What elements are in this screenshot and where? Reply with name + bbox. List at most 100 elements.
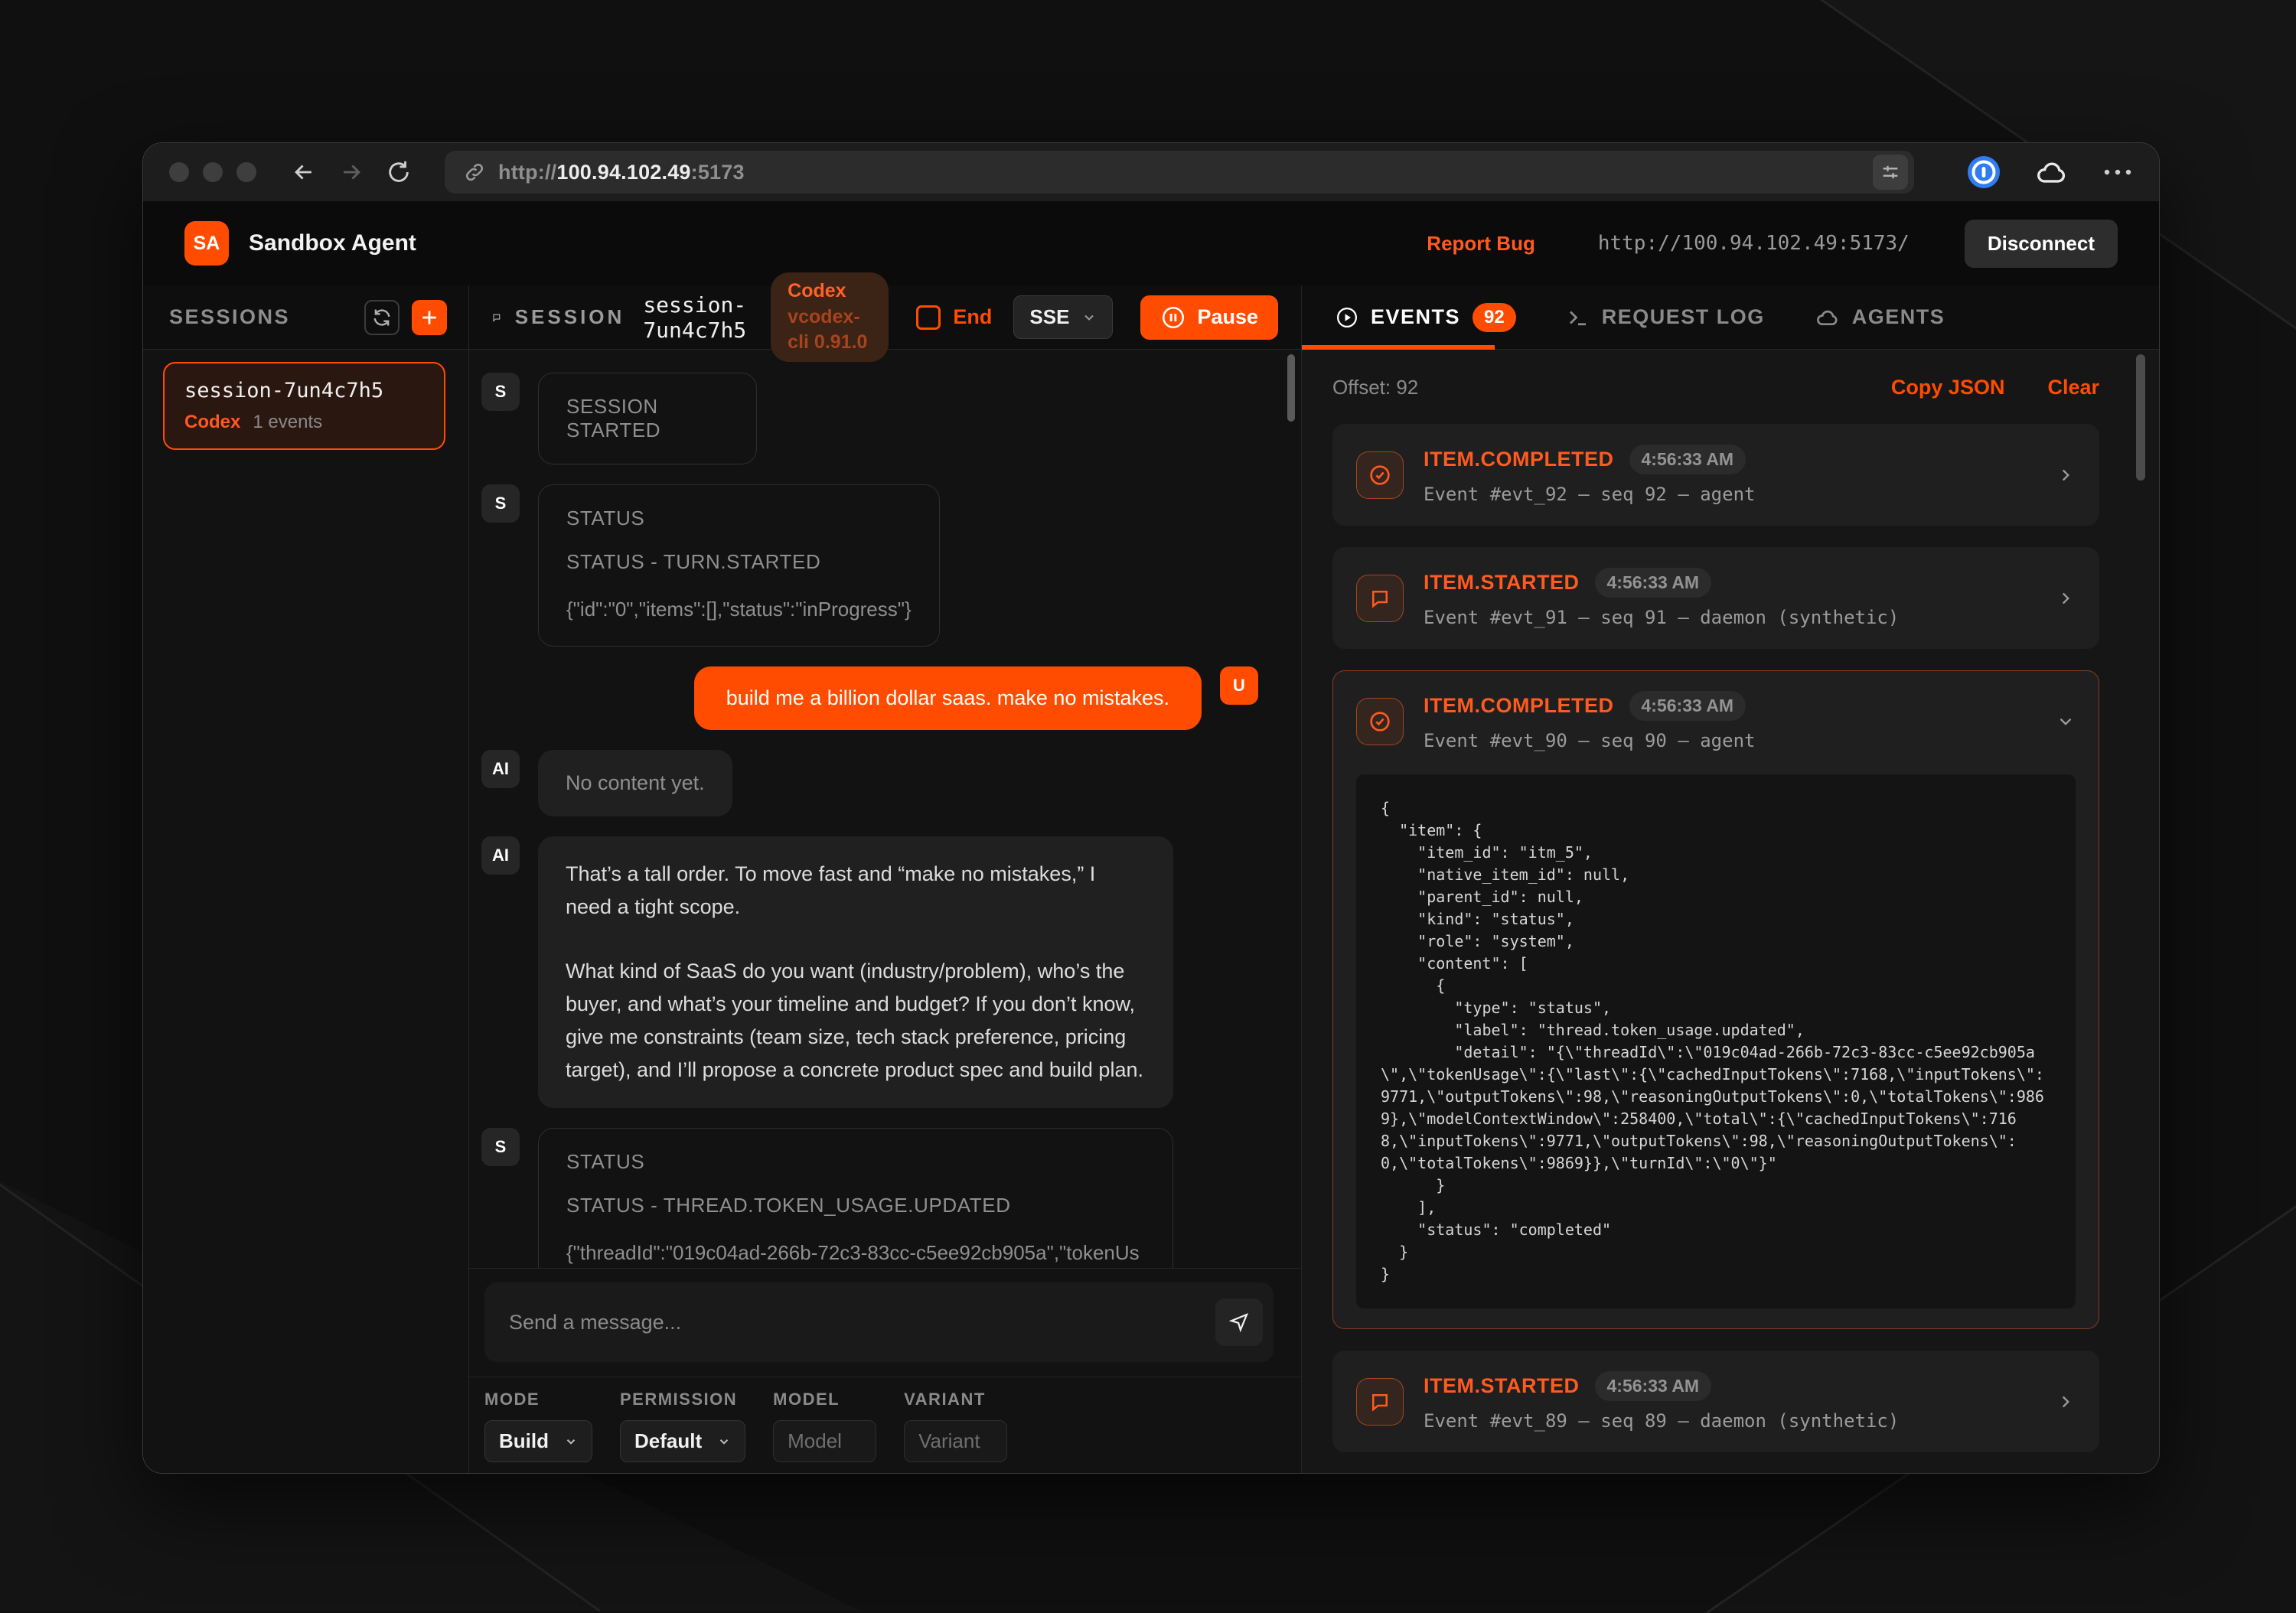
- reload-icon: [386, 159, 412, 185]
- cloud-icon[interactable]: [2035, 159, 2069, 185]
- event-json-payload: { "item": { "item_id": "itm_5", "native_…: [1356, 774, 2076, 1308]
- chat-message: S STATUS STATUS - THREAD.TOKEN_USAGE.UPD…: [481, 1128, 1258, 1268]
- model-input[interactable]: [773, 1420, 876, 1462]
- address-bar[interactable]: http://100.94.102.49:5173: [445, 151, 1914, 194]
- message-bubble: SESSION STARTED: [538, 373, 757, 464]
- chat-bubble-icon: [1368, 1390, 1391, 1413]
- tab-request-log[interactable]: REQUEST LOG: [1567, 285, 1765, 349]
- new-session-button[interactable]: [412, 300, 447, 335]
- chat-log: S SESSION STARTED S STATUS STATUS - TURN…: [469, 350, 1301, 1268]
- browser-chrome: http://100.94.102.49:5173: [143, 143, 2159, 201]
- refresh-sessions-button[interactable]: [364, 300, 400, 335]
- ai-paragraph: That’s a tall order. To move fast and “m…: [566, 858, 1146, 924]
- maximize-window-button[interactable]: [236, 162, 256, 182]
- app-logo: SA: [184, 221, 229, 266]
- report-bug-link[interactable]: Report Bug: [1427, 232, 1535, 256]
- check-circle-icon: [1368, 709, 1392, 734]
- chevron-down-icon: [2056, 712, 2076, 732]
- agent-badge-version: vcodex-cli 0.91.0: [788, 306, 867, 354]
- minimize-window-button[interactable]: [203, 162, 223, 182]
- session-list-item[interactable]: session-7un4c7h5 Codex1 events: [163, 362, 445, 450]
- event-meta: Event #evt_91 — seq 91 — daemon (synthet…: [1424, 607, 2036, 628]
- message-bubble: No content yet.: [538, 750, 732, 816]
- message-sublabel: STATUS - THREAD.TOKEN_USAGE.UPDATED: [566, 1194, 1145, 1217]
- chevron-right-icon: [2056, 465, 2076, 485]
- event-completed-icon: [1356, 451, 1404, 499]
- event-type: ITEM.STARTED: [1424, 1374, 1580, 1398]
- refresh-icon: [371, 307, 393, 328]
- chevron-right-icon: [2056, 1392, 2076, 1412]
- browser-window: http://100.94.102.49:5173 SA Sandbox Age…: [142, 142, 2160, 1474]
- mode-option: MODE Build: [484, 1390, 592, 1473]
- transport-value: SSE: [1029, 305, 1069, 329]
- events-scrollbar-thumb[interactable]: [2136, 354, 2145, 481]
- tab-request-log-label: REQUEST LOG: [1602, 305, 1765, 329]
- close-window-button[interactable]: [169, 162, 189, 182]
- system-avatar: S: [481, 373, 520, 411]
- transport-select[interactable]: SSE: [1013, 295, 1113, 339]
- expand-event-button[interactable]: [2056, 588, 2076, 608]
- sessions-header: SESSIONS: [143, 285, 468, 350]
- reload-button[interactable]: [382, 155, 416, 189]
- offset-indicator: Offset: 92: [1332, 376, 1848, 399]
- send-button[interactable]: [1215, 1299, 1263, 1346]
- chat-scrollbar-thumb[interactable]: [1287, 354, 1295, 422]
- session-main-panel: SESSION session-7un4c7h5 Codex vcodex-cl…: [469, 285, 1302, 1473]
- mode-label: MODE: [484, 1390, 592, 1409]
- expand-event-button[interactable]: [2056, 1392, 2076, 1412]
- onepassword-icon[interactable]: [1966, 155, 2001, 190]
- clear-events-button[interactable]: Clear: [2047, 376, 2099, 399]
- event-time: 4:56:33 AM: [1629, 445, 1746, 474]
- message-input[interactable]: [509, 1311, 1215, 1334]
- pause-icon: [1160, 305, 1186, 331]
- app-header: SA Sandbox Agent Report Bug http://100.9…: [143, 201, 2159, 285]
- variant-input[interactable]: [904, 1420, 1007, 1462]
- event-card[interactable]: ITEM.STARTED 4:56:33 AM Event #evt_89 — …: [1332, 1351, 2099, 1452]
- event-card[interactable]: ITEM.STARTED 4:56:33 AM Event #evt_91 — …: [1332, 547, 2099, 649]
- message-label: STATUS: [566, 507, 912, 530]
- tab-events[interactable]: EVENTS 92: [1336, 285, 1516, 349]
- message-json: {"threadId":"019c04ad-266b-72c3-83cc-c5e…: [566, 1237, 1148, 1268]
- more-options-icon[interactable]: [2102, 168, 2133, 177]
- chrome-toolbar-icons: [1958, 155, 2133, 190]
- chevron-right-icon: [2056, 588, 2076, 608]
- end-checkbox[interactable]: [916, 305, 941, 330]
- pause-button[interactable]: Pause: [1140, 295, 1278, 340]
- permission-option: PERMISSION Default: [620, 1390, 745, 1473]
- traffic-lights: [169, 162, 256, 182]
- chevron-down-icon: [564, 1435, 578, 1448]
- event-card[interactable]: ITEM.COMPLETED 4:56:33 AM Event #evt_92 …: [1332, 424, 2099, 526]
- disconnect-button[interactable]: Disconnect: [1965, 220, 2118, 268]
- reader-settings-button[interactable]: [1873, 155, 1908, 190]
- copy-json-button[interactable]: Copy JSON: [1891, 376, 2005, 399]
- app-title: Sandbox Agent: [249, 230, 416, 256]
- event-time: 4:56:33 AM: [1595, 568, 1712, 598]
- expand-event-button[interactable]: [2056, 465, 2076, 485]
- event-card-expanded[interactable]: ITEM.COMPLETED 4:56:33 AM Event #evt_90 …: [1332, 670, 2099, 1329]
- permission-select[interactable]: Default: [620, 1420, 745, 1462]
- check-circle-icon: [1368, 463, 1392, 487]
- tab-agents[interactable]: AGENTS: [1815, 285, 1945, 349]
- chat-message-user: build me a billion dollar saas. make no …: [481, 666, 1258, 730]
- end-label: End: [953, 305, 992, 329]
- user-avatar: U: [1220, 666, 1258, 705]
- event-time: 4:56:33 AM: [1629, 691, 1746, 721]
- tab-events-label: EVENTS: [1371, 305, 1460, 329]
- sliders-icon: [1880, 161, 1901, 183]
- session-header-name: session-7un4c7h5: [643, 292, 746, 343]
- panel-tabs: EVENTS 92 REQUEST LOG AGENTS: [1302, 285, 2159, 350]
- chat-message: AI No content yet.: [481, 750, 1258, 816]
- chat-message: AI That’s a tall order. To move fast and…: [481, 836, 1258, 1108]
- mode-select[interactable]: Build: [484, 1420, 592, 1462]
- url-text: http://100.94.102.49:5173: [498, 161, 1861, 184]
- session-header-bar: SESSION session-7un4c7h5 Codex vcodex-cl…: [469, 285, 1301, 350]
- back-button[interactable]: [287, 155, 321, 189]
- events-panel: EVENTS 92 REQUEST LOG AGENTS Offset: 92 …: [1302, 285, 2159, 1473]
- end-session-control[interactable]: End: [916, 305, 992, 330]
- agent-version-badge: Codex vcodex-cli 0.91.0: [771, 272, 889, 362]
- message-bubble: STATUS STATUS - TURN.STARTED {"id":"0","…: [538, 484, 940, 647]
- forward-button[interactable]: [334, 155, 368, 189]
- event-started-icon: [1356, 575, 1404, 622]
- collapse-event-button[interactable]: [2056, 712, 2076, 732]
- system-avatar: S: [481, 1128, 520, 1166]
